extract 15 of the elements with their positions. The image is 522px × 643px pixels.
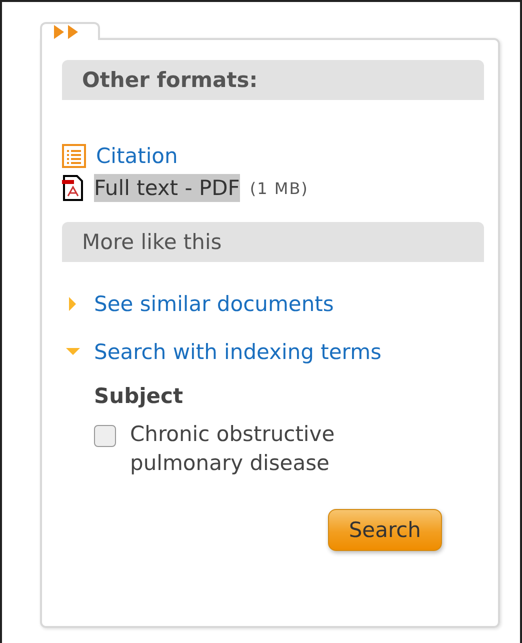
section-heading: Other formats: xyxy=(62,60,484,100)
document-list-icon xyxy=(62,144,86,168)
pdf-file-icon xyxy=(62,175,84,201)
panel-tab[interactable] xyxy=(40,22,100,40)
format-link[interactable]: Full text - PDF xyxy=(94,174,240,202)
double-arrow-icon xyxy=(54,25,80,39)
checkbox-label: Chronic obstructive pulmonary disease xyxy=(130,421,336,478)
section-heading: More like this xyxy=(62,222,484,262)
search-button[interactable]: Search xyxy=(328,508,442,551)
section-link[interactable]: Search with indexing terms xyxy=(94,340,382,364)
file-size: (1 MB) xyxy=(250,178,308,198)
section-link[interactable]: See similar documents xyxy=(94,292,334,316)
format-link[interactable]: Citation xyxy=(96,144,178,168)
subject-heading: Subject xyxy=(94,384,184,408)
checkbox[interactable] xyxy=(94,425,116,447)
